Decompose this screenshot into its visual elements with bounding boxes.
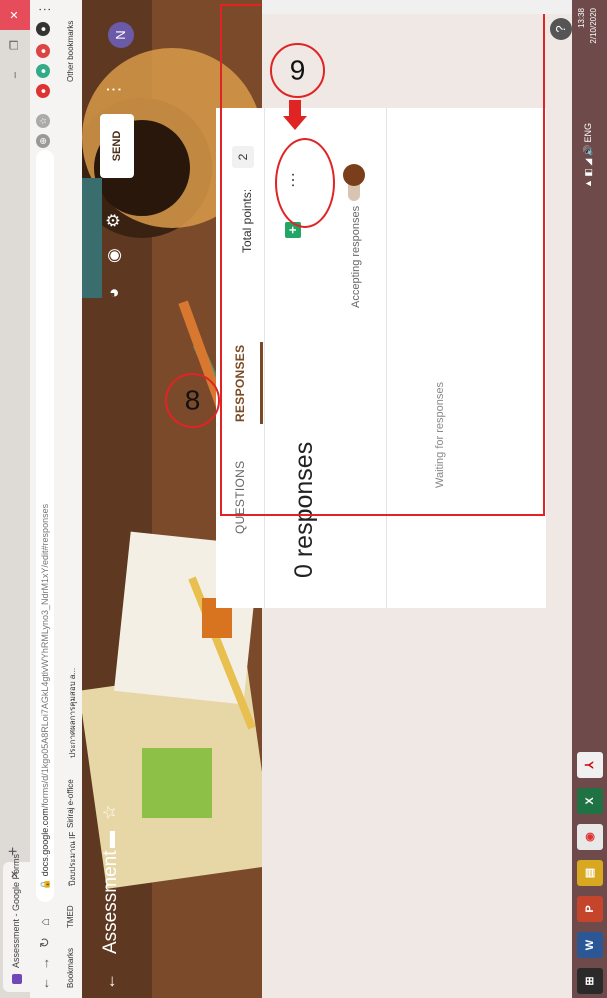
extension-icon[interactable]: ●	[36, 64, 50, 78]
marker-8-label: 8	[184, 385, 201, 417]
zoom-icon[interactable]: ⊕	[36, 134, 50, 148]
help-icon[interactable]: ?	[550, 18, 572, 40]
clock[interactable]: 13:38 2/10/2020	[576, 8, 600, 44]
window-controls: – ❐ ✕	[0, 0, 30, 90]
bookmark-item[interactable]: Bookmarks	[66, 948, 75, 988]
url-path: /forms/d/1kgo05A8RLoi7AGkL4gtlvWYhRMLyno…	[40, 503, 50, 809]
palette-icon[interactable]: ◕	[104, 288, 124, 298]
more-options-icon[interactable]: ⋮	[104, 81, 124, 98]
extension-icon[interactable]: ●	[36, 44, 50, 58]
back-arrow-icon[interactable]: ←	[100, 973, 120, 990]
word-icon[interactable]: W	[577, 932, 603, 958]
close-tab-icon[interactable]: ✕	[10, 870, 21, 878]
menu-icon[interactable]: ⋮	[37, 3, 53, 16]
rotated-screen: Assessment - Google Forms ✕ + – ❐ ✕ ← → …	[0, 0, 607, 998]
back-icon[interactable]: ←	[37, 977, 52, 990]
excel-icon[interactable]: X	[577, 788, 603, 814]
chrome-icon[interactable]: ◉	[577, 824, 603, 850]
star-icon[interactable]: ☆	[100, 805, 120, 820]
acrobat-icon[interactable]: ⅄	[577, 752, 603, 778]
send-button[interactable]: SEND	[100, 114, 134, 178]
forms-favicon-icon	[12, 974, 22, 984]
reload-icon[interactable]: ↻	[37, 937, 53, 948]
annotation-arrow-icon	[283, 100, 307, 130]
home-icon[interactable]: ⌂	[37, 918, 52, 926]
windows-taskbar: ⊞ W P ▤ ◉ X ⅄ ▲ ◧ ◢ 🔊 ENG 13:38 2/10/202…	[572, 0, 607, 998]
bookmark-item[interactable]: ปีงบประมาณ IF	[66, 832, 79, 886]
annotation-marker-8: 8	[165, 373, 220, 428]
form-title[interactable]: Assessment	[100, 851, 122, 954]
bookmarks-bar: Bookmarks TMED ปีงบประมาณ IF Siriraj e-o…	[60, 0, 83, 998]
annotation-oval	[275, 138, 335, 228]
profile-icon[interactable]: ●	[36, 22, 50, 36]
file-explorer-icon[interactable]: ▤	[577, 860, 603, 886]
url-field[interactable]: 🔒 docs.google.com/forms/d/1kgo05A8RLoi7A…	[36, 150, 54, 902]
browser-tab[interactable]: Assessment - Google Forms ✕	[3, 854, 30, 992]
star-icon[interactable]: ☆	[36, 114, 50, 128]
url-host: docs.google.com	[40, 808, 50, 877]
system-tray[interactable]: ▲ ◧ ◢ 🔊 ENG	[583, 123, 594, 188]
forward-icon[interactable]: →	[37, 957, 52, 970]
scrollbar[interactable]	[262, 0, 572, 14]
bookmark-item[interactable]: Siriraj e-office	[66, 779, 75, 828]
folder-icon[interactable]: ▬	[100, 831, 120, 848]
bookmark-item[interactable]: TMED	[66, 905, 75, 928]
other-bookmarks[interactable]: Other bookmarks	[66, 21, 75, 82]
marker-9-label: 9	[289, 55, 306, 87]
new-tab-button[interactable]: +	[5, 847, 23, 856]
browser-tab-bar: Assessment - Google Forms ✕ + – ❐ ✕	[0, 0, 30, 998]
close-window-icon[interactable]: ✕	[0, 0, 30, 30]
date: 2/10/2020	[589, 8, 598, 44]
settings-gear-icon[interactable]: ⚙	[104, 213, 124, 228]
bookmark-item[interactable]: ประกาศผลการคุมสอบ a...	[66, 668, 79, 758]
avatar[interactable]: N	[108, 22, 134, 48]
time: 13:38	[577, 8, 586, 29]
address-bar-row: ← → ↻ ⌂ 🔒 docs.google.com/forms/d/1kgo05…	[30, 0, 60, 998]
extension-icon[interactable]: ●	[36, 84, 50, 98]
powerpoint-icon[interactable]: P	[577, 896, 603, 922]
preview-eye-icon[interactable]: ◉	[104, 248, 124, 263]
annotation-box	[220, 4, 545, 516]
language-indicator[interactable]: ENG	[583, 123, 593, 143]
minimize-icon[interactable]: –	[0, 60, 30, 90]
windows-start-icon[interactable]: ⊞	[577, 968, 603, 994]
annotation-marker-9: 9	[270, 43, 325, 98]
maximize-icon[interactable]: ❐	[0, 30, 30, 60]
